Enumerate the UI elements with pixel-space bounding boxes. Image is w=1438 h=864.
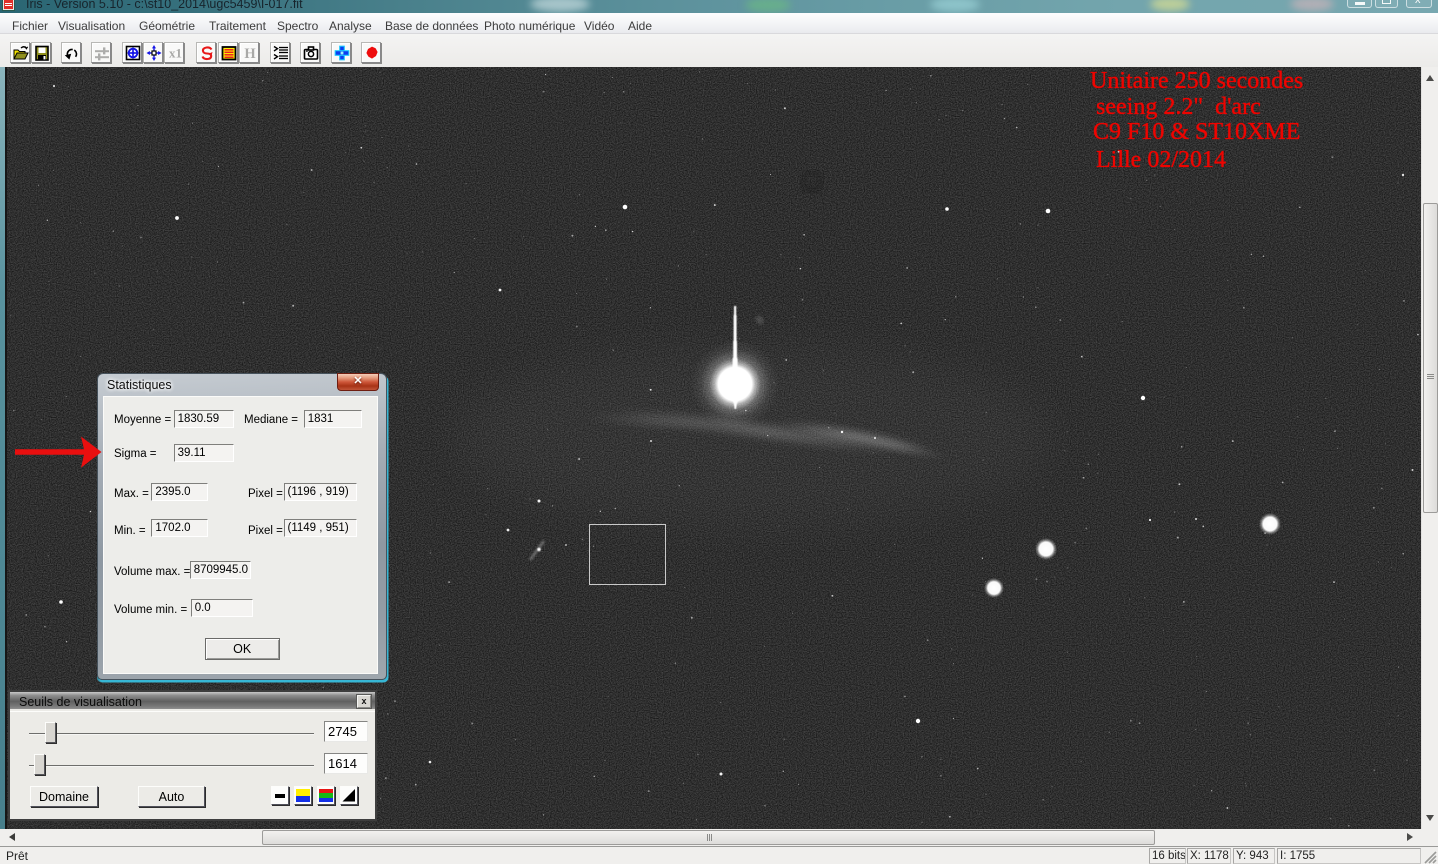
svg-text:H: H [244, 46, 256, 62]
svg-text:x1: x1 [169, 46, 182, 61]
